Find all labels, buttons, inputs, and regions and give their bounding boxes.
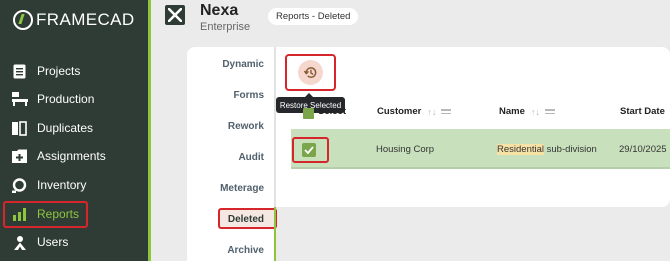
logo-icon: [13, 10, 33, 30]
search-match-highlight: Residential: [497, 144, 544, 155]
column-header-label: Start Date: [620, 106, 665, 117]
column-header-label: Customer: [377, 106, 422, 117]
sidebar-item-label: Assignments: [37, 149, 106, 163]
checkmark-icon: [304, 146, 314, 154]
column-header-label: Name: [499, 106, 525, 117]
nexa-app-icon: [165, 5, 185, 25]
column-header-label: Select: [318, 106, 346, 117]
restore-selected-button[interactable]: [285, 54, 336, 91]
column-menu-icon[interactable]: [544, 109, 555, 114]
logo-text: FRAMECAD: [36, 10, 135, 29]
sidebar-item-users[interactable]: Users: [0, 231, 148, 253]
projects-icon: [11, 63, 28, 79]
sidebar-item-label: Production: [37, 92, 95, 106]
column-header-start-date[interactable]: Start Date: [620, 106, 665, 117]
tab-rework[interactable]: Rework: [228, 121, 264, 132]
duplicates-icon: [11, 120, 28, 136]
assignments-icon: [11, 148, 28, 164]
sidebar-item-inventory[interactable]: Inventory: [0, 174, 148, 196]
cell-name: Residential sub-division: [497, 144, 597, 155]
sidebar-item-projects[interactable]: Projects: [0, 60, 148, 82]
cell-customer: Housing Corp: [376, 144, 435, 155]
tab-meterage[interactable]: Meterage: [220, 183, 264, 194]
column-menu-icon[interactable]: [441, 109, 452, 114]
inventory-icon: [11, 177, 28, 193]
table-row[interactable]: [291, 129, 670, 169]
sidebar-item-duplicates[interactable]: Duplicates: [0, 117, 148, 139]
tab-dynamic[interactable]: Dynamic: [222, 59, 264, 70]
select-all-checkbox[interactable]: [303, 108, 314, 119]
sidebar-item-production[interactable]: Production: [0, 88, 148, 110]
cell-start-date: 29/10/2025: [619, 144, 667, 155]
sidebar-item-label: Duplicates: [37, 121, 94, 135]
breadcrumb: Reports - Deleted: [268, 8, 359, 25]
production-icon: [11, 91, 28, 107]
sidebar-item-assignments[interactable]: Assignments: [0, 145, 148, 167]
reports-highlight-box: [3, 201, 88, 228]
users-icon: [11, 234, 28, 250]
column-header-name[interactable]: Name ↑↓: [499, 106, 555, 117]
app-edition: Enterprise: [200, 21, 251, 33]
sidebar-item-label: Projects: [37, 64, 81, 78]
sidebar: FRAMECAD Projects Production Duplicates …: [0, 0, 151, 261]
restore-circle: [298, 60, 323, 85]
framecad-logo: FRAMECAD: [13, 9, 135, 31]
sort-icon[interactable]: ↑↓: [531, 107, 540, 117]
tab-deleted[interactable]: Deleted: [228, 214, 264, 225]
sidebar-item-label: Users: [37, 235, 69, 249]
column-header-select: Select: [318, 106, 346, 117]
report-tabs: Dynamic Forms Rework Audit Meterage Dele…: [187, 47, 277, 261]
column-header-customer[interactable]: Customer ↑↓: [377, 106, 452, 117]
active-tab-indicator: [274, 207, 276, 261]
tab-archive[interactable]: Archive: [227, 245, 264, 256]
restore-history-icon: [303, 67, 317, 78]
sort-icon[interactable]: ↑↓: [427, 107, 436, 117]
tab-audit[interactable]: Audit: [238, 152, 264, 163]
tab-forms[interactable]: Forms: [233, 90, 264, 101]
row-select-checkbox[interactable]: [302, 143, 316, 157]
cell-name-rest: sub-division: [544, 144, 597, 155]
sidebar-item-reports[interactable]: Reports: [0, 201, 148, 228]
app-title: Nexa: [200, 2, 239, 19]
sidebar-item-label: Inventory: [37, 178, 87, 192]
